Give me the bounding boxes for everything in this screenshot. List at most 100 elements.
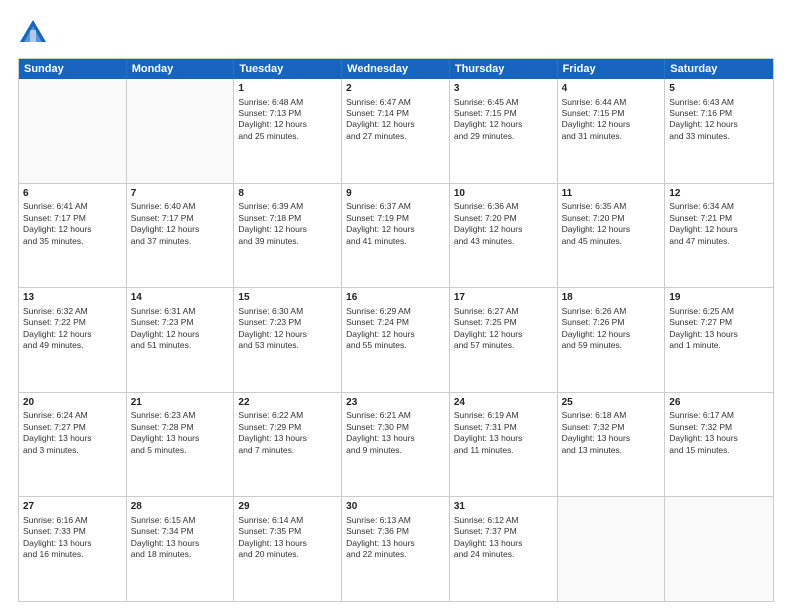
day-info-line: Daylight: 13 hours: [346, 538, 445, 549]
day-info-line: and 55 minutes.: [346, 340, 445, 351]
day-info-line: Sunset: 7:23 PM: [131, 317, 230, 328]
cal-header-day: Tuesday: [234, 59, 342, 79]
day-info-line: Daylight: 12 hours: [562, 329, 661, 340]
calendar-cell: 31Sunrise: 6:12 AMSunset: 7:37 PMDayligh…: [450, 497, 558, 601]
day-info-line: Daylight: 12 hours: [562, 224, 661, 235]
day-info-line: Sunset: 7:24 PM: [346, 317, 445, 328]
calendar-cell: 3Sunrise: 6:45 AMSunset: 7:15 PMDaylight…: [450, 79, 558, 183]
day-info-line: Sunset: 7:16 PM: [669, 108, 769, 119]
day-info-line: Sunrise: 6:31 AM: [131, 306, 230, 317]
day-info-line: Sunrise: 6:29 AM: [346, 306, 445, 317]
day-number: 11: [562, 187, 661, 201]
day-info-line: and 3 minutes.: [23, 445, 122, 456]
cal-header-day: Wednesday: [342, 59, 450, 79]
page: SundayMondayTuesdayWednesdayThursdayFrid…: [0, 0, 792, 612]
calendar-body: 1Sunrise: 6:48 AMSunset: 7:13 PMDaylight…: [19, 79, 773, 601]
day-info-line: Sunrise: 6:45 AM: [454, 97, 553, 108]
day-info-line: and 33 minutes.: [669, 131, 769, 142]
day-number: 24: [454, 396, 553, 410]
day-info-line: and 20 minutes.: [238, 549, 337, 560]
day-number: 12: [669, 187, 769, 201]
calendar-cell: 19Sunrise: 6:25 AMSunset: 7:27 PMDayligh…: [665, 288, 773, 392]
day-info-line: and 5 minutes.: [131, 445, 230, 456]
day-info-line: and 45 minutes.: [562, 236, 661, 247]
day-info-line: Daylight: 13 hours: [23, 433, 122, 444]
day-info-line: and 27 minutes.: [346, 131, 445, 142]
day-info-line: and 9 minutes.: [346, 445, 445, 456]
day-number: 17: [454, 291, 553, 305]
calendar-cell: 6Sunrise: 6:41 AMSunset: 7:17 PMDaylight…: [19, 184, 127, 288]
day-number: 8: [238, 187, 337, 201]
day-info-line: and 13 minutes.: [562, 445, 661, 456]
calendar-cell: 28Sunrise: 6:15 AMSunset: 7:34 PMDayligh…: [127, 497, 235, 601]
day-info-line: and 24 minutes.: [454, 549, 553, 560]
day-info-line: Daylight: 12 hours: [669, 224, 769, 235]
day-info-line: Daylight: 13 hours: [669, 433, 769, 444]
day-info-line: Sunrise: 6:24 AM: [23, 410, 122, 421]
day-info-line: Daylight: 12 hours: [454, 329, 553, 340]
day-info-line: Sunset: 7:27 PM: [669, 317, 769, 328]
calendar-cell: 7Sunrise: 6:40 AMSunset: 7:17 PMDaylight…: [127, 184, 235, 288]
day-number: 18: [562, 291, 661, 305]
day-info-line: Sunrise: 6:21 AM: [346, 410, 445, 421]
calendar-row: 6Sunrise: 6:41 AMSunset: 7:17 PMDaylight…: [19, 183, 773, 288]
calendar-cell: 27Sunrise: 6:16 AMSunset: 7:33 PMDayligh…: [19, 497, 127, 601]
calendar: SundayMondayTuesdayWednesdayThursdayFrid…: [18, 58, 774, 602]
day-info-line: Sunset: 7:37 PM: [454, 526, 553, 537]
day-info-line: and 57 minutes.: [454, 340, 553, 351]
day-info-line: and 37 minutes.: [131, 236, 230, 247]
day-number: 15: [238, 291, 337, 305]
day-info-line: Daylight: 12 hours: [454, 119, 553, 130]
day-info-line: Sunset: 7:32 PM: [669, 422, 769, 433]
day-number: 27: [23, 500, 122, 514]
day-info-line: Daylight: 13 hours: [131, 538, 230, 549]
day-info-line: Sunset: 7:26 PM: [562, 317, 661, 328]
day-number: 29: [238, 500, 337, 514]
calendar-cell: 11Sunrise: 6:35 AMSunset: 7:20 PMDayligh…: [558, 184, 666, 288]
calendar-cell: 26Sunrise: 6:17 AMSunset: 7:32 PMDayligh…: [665, 393, 773, 497]
day-info-line: and 53 minutes.: [238, 340, 337, 351]
day-info-line: Sunrise: 6:22 AM: [238, 410, 337, 421]
day-info-line: Daylight: 13 hours: [669, 329, 769, 340]
calendar-cell: 16Sunrise: 6:29 AMSunset: 7:24 PMDayligh…: [342, 288, 450, 392]
day-info-line: Daylight: 13 hours: [346, 433, 445, 444]
cal-header-day: Sunday: [19, 59, 127, 79]
day-info-line: Sunset: 7:33 PM: [23, 526, 122, 537]
logo-icon: [18, 18, 48, 48]
day-info-line: Sunset: 7:17 PM: [131, 213, 230, 224]
day-number: 28: [131, 500, 230, 514]
day-info-line: Sunrise: 6:16 AM: [23, 515, 122, 526]
calendar-header: SundayMondayTuesdayWednesdayThursdayFrid…: [19, 59, 773, 79]
cal-header-day: Saturday: [665, 59, 773, 79]
day-info-line: Sunrise: 6:23 AM: [131, 410, 230, 421]
day-info-line: Sunset: 7:22 PM: [23, 317, 122, 328]
day-info-line: Sunset: 7:21 PM: [669, 213, 769, 224]
day-info-line: Sunrise: 6:14 AM: [238, 515, 337, 526]
day-info-line: Sunset: 7:17 PM: [23, 213, 122, 224]
day-info-line: Daylight: 13 hours: [454, 538, 553, 549]
day-info-line: Sunrise: 6:41 AM: [23, 201, 122, 212]
day-info-line: Sunrise: 6:34 AM: [669, 201, 769, 212]
day-number: 25: [562, 396, 661, 410]
day-info-line: Daylight: 12 hours: [238, 224, 337, 235]
day-info-line: Daylight: 13 hours: [23, 538, 122, 549]
day-info-line: Daylight: 13 hours: [131, 433, 230, 444]
calendar-cell: 29Sunrise: 6:14 AMSunset: 7:35 PMDayligh…: [234, 497, 342, 601]
calendar-cell: 5Sunrise: 6:43 AMSunset: 7:16 PMDaylight…: [665, 79, 773, 183]
day-info-line: and 49 minutes.: [23, 340, 122, 351]
calendar-cell: 24Sunrise: 6:19 AMSunset: 7:31 PMDayligh…: [450, 393, 558, 497]
day-info-line: Sunrise: 6:37 AM: [346, 201, 445, 212]
calendar-cell: 2Sunrise: 6:47 AMSunset: 7:14 PMDaylight…: [342, 79, 450, 183]
day-number: 14: [131, 291, 230, 305]
calendar-cell: 1Sunrise: 6:48 AMSunset: 7:13 PMDaylight…: [234, 79, 342, 183]
day-info-line: Sunrise: 6:19 AM: [454, 410, 553, 421]
day-info-line: Daylight: 12 hours: [454, 224, 553, 235]
day-info-line: and 51 minutes.: [131, 340, 230, 351]
calendar-cell: 4Sunrise: 6:44 AMSunset: 7:15 PMDaylight…: [558, 79, 666, 183]
calendar-cell: 15Sunrise: 6:30 AMSunset: 7:23 PMDayligh…: [234, 288, 342, 392]
day-info-line: Sunset: 7:30 PM: [346, 422, 445, 433]
day-info-line: Sunset: 7:32 PM: [562, 422, 661, 433]
day-info-line: and 59 minutes.: [562, 340, 661, 351]
calendar-cell: [19, 79, 127, 183]
day-info-line: Daylight: 13 hours: [238, 538, 337, 549]
